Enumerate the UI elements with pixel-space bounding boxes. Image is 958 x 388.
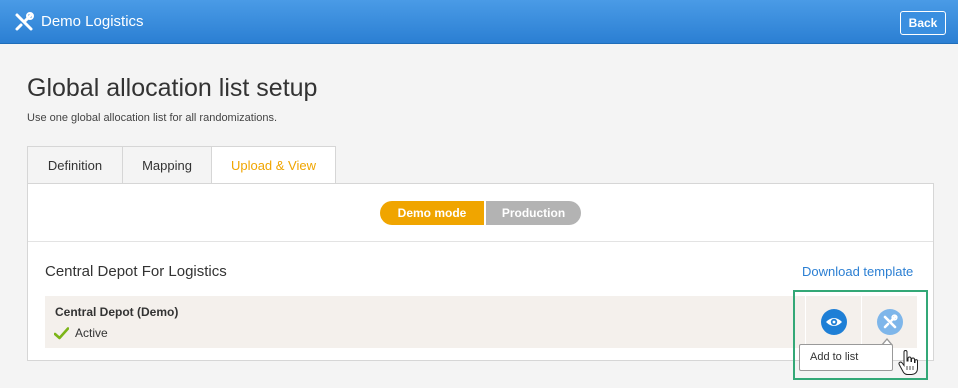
download-template-link[interactable]: Download template (802, 264, 913, 279)
hand-cursor-icon (898, 350, 918, 375)
section-title: Central Depot For Logistics (45, 263, 227, 280)
depot-status: Active (75, 326, 108, 340)
tab-definition[interactable]: Definition (27, 146, 123, 184)
top-bar: Demo Logistics Back (0, 0, 958, 44)
page-title: Global allocation list setup (27, 74, 318, 102)
tools-icon (15, 12, 34, 31)
tab-upload-view[interactable]: Upload & View (211, 146, 336, 185)
depot-name: Central Depot (Demo) (55, 305, 179, 319)
back-button[interactable]: Back (900, 11, 946, 35)
app-title: Demo Logistics (41, 13, 144, 30)
mode-toggle: Demo mode Production (380, 201, 581, 225)
tab-mapping[interactable]: Mapping (122, 146, 212, 184)
divider (28, 241, 933, 242)
checkmark-icon (54, 327, 69, 340)
page-subtitle: Use one global allocation list for all r… (27, 112, 278, 124)
production-mode-button[interactable]: Production (484, 201, 581, 225)
depot-row: Central Depot (Demo) Active (45, 296, 917, 348)
tooltip: Add to list (799, 344, 893, 371)
demo-mode-button[interactable]: Demo mode (380, 201, 484, 225)
